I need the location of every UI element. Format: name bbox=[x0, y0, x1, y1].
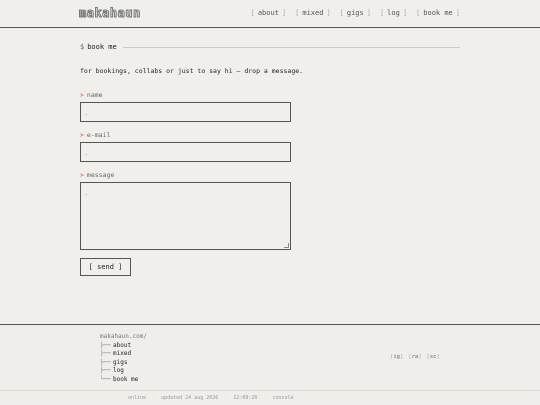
section-heading: $ book me bbox=[80, 43, 460, 51]
site-header: makahaun [ about ] [ mixed ] [ gigs ] [ … bbox=[0, 0, 540, 28]
branch-glyph: └── bbox=[100, 375, 111, 383]
caret-icon: > bbox=[80, 131, 84, 139]
sitemap-link-mixed[interactable]: mixed bbox=[113, 350, 131, 359]
nav-item-book-me[interactable]: [ book me ] bbox=[416, 9, 460, 17]
bracket-close: ] bbox=[455, 9, 460, 17]
social-link-ig[interactable]: [ig] bbox=[390, 354, 403, 360]
bracket-close: ] bbox=[418, 354, 422, 360]
nav-label: gigs bbox=[346, 9, 364, 17]
caret-icon: > bbox=[80, 171, 84, 179]
status-separator: · bbox=[224, 395, 228, 401]
prompt-symbol: $ bbox=[80, 43, 85, 51]
nav-label: book me bbox=[423, 9, 453, 17]
intro-text: for bookings, collabs or just to say hi … bbox=[80, 67, 304, 75]
nav-item-mixed[interactable]: [ mixed ] bbox=[295, 9, 331, 17]
nav-label: mixed bbox=[302, 9, 324, 17]
social-link-sc[interactable]: [sc] bbox=[427, 354, 440, 360]
nav-item-log[interactable]: [ log ] bbox=[380, 9, 407, 17]
label-text: name bbox=[86, 91, 103, 99]
sitemap-tree: makahaun.com/ ├── about ├── mixed ├── gi… bbox=[100, 333, 147, 385]
social-label: ig bbox=[393, 354, 400, 360]
label-text: e-mail bbox=[86, 131, 111, 139]
branch-glyph: ├── bbox=[100, 341, 111, 349]
sitemap-root: makahaun.com/ bbox=[100, 333, 147, 340]
email-label: > e-mail bbox=[80, 131, 110, 139]
label-text: message bbox=[86, 171, 115, 179]
heading-rule bbox=[122, 46, 460, 48]
status-time: 12:09:26 bbox=[233, 395, 258, 401]
placeholder: _ bbox=[85, 148, 89, 155]
resize-handle-icon[interactable] bbox=[284, 243, 289, 248]
status-separator: · bbox=[152, 395, 156, 401]
page-title: book me bbox=[87, 43, 117, 51]
send-button[interactable]: [ send ] bbox=[80, 258, 131, 276]
message-label: > message bbox=[80, 171, 114, 179]
bracket-close: ] bbox=[326, 9, 331, 17]
sitemap-link-gigs[interactable]: gigs bbox=[113, 359, 127, 368]
nav-item-about[interactable]: [ about ] bbox=[251, 9, 287, 17]
bracket-close: ] bbox=[436, 354, 440, 360]
social-link-ra[interactable]: [ra] bbox=[408, 354, 421, 360]
sitemap-link-book-me[interactable]: book me bbox=[113, 376, 138, 385]
status-mode: console bbox=[272, 395, 294, 401]
branch-glyph: ├── bbox=[100, 350, 111, 358]
status-updated: updated 24 aug 2026 bbox=[161, 395, 219, 401]
name-label: > name bbox=[80, 91, 103, 99]
status-line: online · updated 24 aug 2026 · 12:09:26 … bbox=[128, 395, 293, 401]
bracket-close: ] bbox=[399, 354, 404, 360]
sitemap-link-log[interactable]: log bbox=[113, 367, 124, 376]
main-nav: [ about ] [ mixed ] [ gigs ] [ log ] [ b… bbox=[251, 9, 460, 17]
status-separator: · bbox=[263, 395, 267, 401]
placeholder: _ bbox=[85, 108, 89, 115]
sitemap-item: ├── mixed bbox=[100, 350, 147, 359]
sitemap-link-about[interactable]: about bbox=[113, 342, 131, 351]
site-logo[interactable]: makahaun bbox=[79, 6, 141, 21]
bracket-close: ] bbox=[366, 9, 371, 17]
bracket-close: ] bbox=[281, 9, 287, 17]
sitemap-item: ├── about bbox=[100, 342, 147, 351]
nav-item-gigs[interactable]: [ gigs ] bbox=[340, 9, 371, 17]
sitemap-item: └── book me bbox=[100, 376, 147, 385]
name-field[interactable]: _ bbox=[80, 102, 291, 122]
caret-icon: > bbox=[80, 91, 84, 99]
nav-label: log bbox=[387, 9, 400, 17]
status-online: online bbox=[128, 395, 147, 401]
placeholder: _ bbox=[85, 188, 89, 195]
branch-glyph: ├── bbox=[100, 367, 111, 375]
social-links: [ig] [ra] [sc] bbox=[390, 354, 440, 360]
nav-label: about bbox=[257, 9, 279, 17]
status-bar: online · updated 24 aug 2026 · 12:09:26 … bbox=[0, 390, 540, 405]
bracket-close: ] bbox=[402, 9, 408, 17]
site-footer: makahaun.com/ ├── about ├── mixed ├── gi… bbox=[0, 324, 540, 405]
email-field[interactable]: _ bbox=[80, 142, 291, 162]
message-field[interactable]: _ bbox=[80, 182, 291, 250]
sitemap-item: ├── log bbox=[100, 367, 147, 376]
